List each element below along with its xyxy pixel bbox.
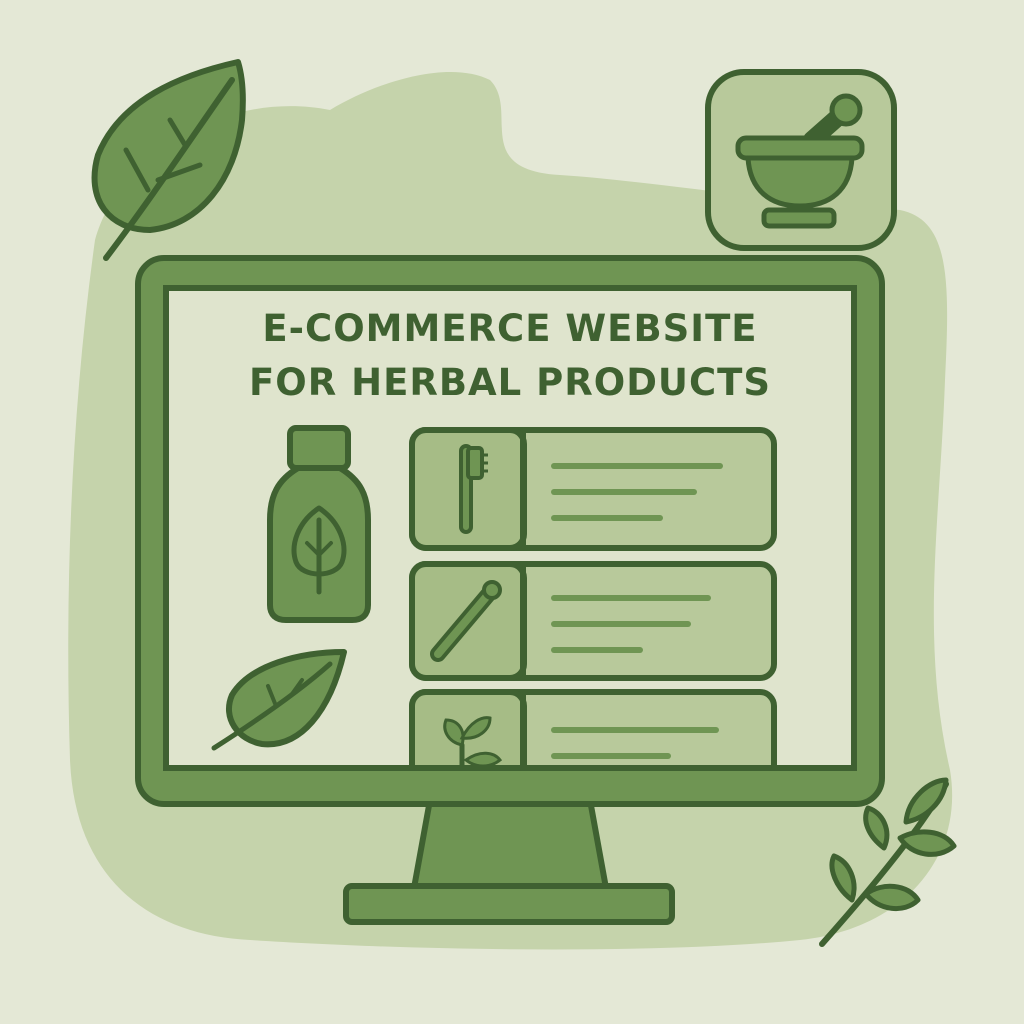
product-list xyxy=(409,427,777,765)
title-line-2: FOR HERBAL PRODUCTS xyxy=(249,361,771,404)
page-title: E-COMMERCE WEBSITE FOR HERBAL PRODUCTS xyxy=(172,302,848,410)
scene xyxy=(68,59,957,950)
list-item[interactable] xyxy=(409,427,777,551)
mortar-pestle-icon xyxy=(705,69,897,251)
list-item[interactable] xyxy=(409,561,777,681)
illustration: E-COMMERCE WEBSITE FOR HERBAL PRODUCTS xyxy=(0,0,1024,1024)
title-line-1: E-COMMERCE WEBSITE xyxy=(262,307,758,350)
